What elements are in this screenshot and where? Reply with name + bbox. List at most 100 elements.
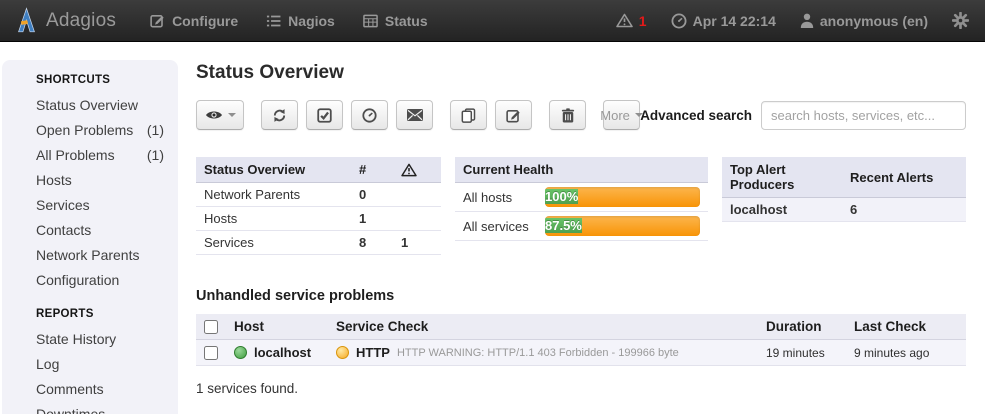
navbar-links: Configure Nagios Status [150,13,428,29]
gear-icon [952,12,969,29]
nav-link-configure[interactable]: Configure [150,13,238,29]
sidebar-item-services[interactable]: Services [36,192,164,217]
row-select-cell [204,346,234,360]
summary-panels: Status Overview # Network Parents 0 Host… [196,157,966,255]
navbar-user[interactable]: anonymous (en) [800,13,928,29]
sidebar-section-reports: REPORTS State History Log Comments Downt… [36,308,164,414]
alert-panel-title: Top Alert Producers [730,162,850,192]
refresh-icon [272,108,287,123]
sidebar-item-label: State History [36,331,116,347]
nav-link-nagios[interactable]: Nagios [266,13,335,29]
alert-count-badge: 1 [639,13,647,29]
advanced-search-label: Advanced search [640,108,752,123]
host-name[interactable]: localhost [254,345,311,360]
sidebar-item-label: All Problems [36,147,115,163]
warning-icon [616,13,633,28]
row-label: All hosts [463,190,545,205]
search-input[interactable] [761,101,966,130]
sidebar-item-label: Configuration [36,272,119,288]
send-notification-button[interactable] [396,100,433,130]
sidebar-item-network-parents[interactable]: Network Parents [36,242,164,267]
sidebar-item-label: Status Overview [36,97,138,113]
warning-icon [401,163,433,177]
duration-value: 19 minutes [766,346,854,360]
sidebar-item-count: (1) [147,147,164,163]
nav-link-label: Nagios [288,13,335,29]
problems-table-header: Host Service Check Duration Last Check [196,314,966,340]
nav-link-status[interactable]: Status [363,13,428,29]
view-dropdown-button[interactable] [196,100,244,130]
hosts-health-bar-fill: 100% [545,189,578,204]
status-icon [363,14,378,28]
status-row-network-parents[interactable]: Network Parents 0 [196,183,441,207]
sidebar-item-all-problems[interactable]: All Problems (1) [36,142,164,167]
row-checkbox[interactable] [204,346,218,360]
sidebar: SHORTCUTS Status Overview Open Problems … [2,60,178,414]
row-count: 1 [359,211,401,226]
toolbar: More Advanced search [196,100,966,130]
main-content: Status Overview [196,56,966,396]
select-all-cell [204,320,234,334]
navbar-settings[interactable] [952,12,969,29]
sidebar-item-label: Contacts [36,222,91,238]
sidebar-section-title: REPORTS [36,308,164,320]
brand[interactable]: Adagios [16,7,116,34]
navbar-alerts[interactable]: 1 [616,13,647,29]
health-panel-header: Current Health [455,157,708,183]
count-column-header: # [359,162,401,177]
host-ok-status-icon [234,346,247,359]
select-all-checkbox[interactable] [204,320,218,334]
sidebar-item-configuration[interactable]: Configuration [36,267,164,292]
schedule-downtime-button[interactable] [351,100,388,130]
service-cell: HTTP HTTP WARNING: HTTP/1.1 403 Forbidde… [336,345,766,360]
copy-button[interactable] [450,100,487,130]
edit-icon [506,108,521,123]
copy-icon [461,108,476,123]
service-name[interactable]: HTTP [356,345,390,360]
sidebar-item-label: Comments [36,381,104,397]
brand-name: Adagios [46,10,116,32]
row-label: All services [463,219,545,234]
sidebar-item-label: Downtimes [36,406,105,414]
service-detail: HTTP WARNING: HTTP/1.1 403 Forbidden - 1… [397,347,679,359]
refresh-button[interactable] [261,100,298,130]
row-count: 8 [359,235,401,250]
status-row-hosts[interactable]: Hosts 1 [196,207,441,231]
status-panel-title: Status Overview [204,162,359,177]
edit-button[interactable] [495,100,532,130]
clock-icon [671,13,687,29]
more-dropdown-button[interactable]: More [603,100,640,130]
check-square-icon [317,108,332,123]
sidebar-section-title: SHORTCUTS [36,74,164,86]
sidebar-item-status-overview[interactable]: Status Overview [36,92,164,117]
acknowledge-button[interactable] [306,100,343,130]
alert-host: localhost [730,202,850,217]
sidebar-item-label: Open Problems [36,122,133,138]
health-row-services: All services 87.5% [455,212,708,241]
sidebar-item-comments[interactable]: Comments [36,376,164,401]
host-column-header: Host [234,319,336,334]
sidebar-item-log[interactable]: Log [36,351,164,376]
alert-row-localhost[interactable]: localhost 6 [722,198,966,222]
sidebar-item-state-history[interactable]: State History [36,326,164,351]
row-label: Hosts [204,211,359,226]
page-title: Status Overview [196,62,966,84]
status-overview-panel: Status Overview # Network Parents 0 Host… [196,157,441,255]
row-problem-count: 1 [401,235,433,250]
sidebar-item-label: Network Parents [36,247,139,263]
navbar-right: 1 Apr 14 22:14 anonymous (en) [616,12,969,29]
sidebar-item-contacts[interactable]: Contacts [36,217,164,242]
user-label: anonymous (en) [820,13,928,29]
results-summary: 1 services found. [196,381,966,396]
sidebar-item-open-problems[interactable]: Open Problems (1) [36,117,164,142]
alert-panel-header: Top Alert Producers Recent Alerts [722,157,966,198]
navbar-datetime[interactable]: Apr 14 22:14 [671,13,776,29]
status-row-services[interactable]: Services 8 1 [196,231,441,255]
last-check-value: 9 minutes ago [854,346,958,360]
sidebar-item-hosts[interactable]: Hosts [36,167,164,192]
sidebar-item-label: Hosts [36,172,72,188]
sidebar-item-label: Log [36,356,59,372]
problem-row[interactable]: localhost HTTP HTTP WARNING: HTTP/1.1 40… [196,340,966,366]
delete-button[interactable] [549,100,586,130]
sidebar-item-downtimes[interactable]: Downtimes [36,401,164,414]
